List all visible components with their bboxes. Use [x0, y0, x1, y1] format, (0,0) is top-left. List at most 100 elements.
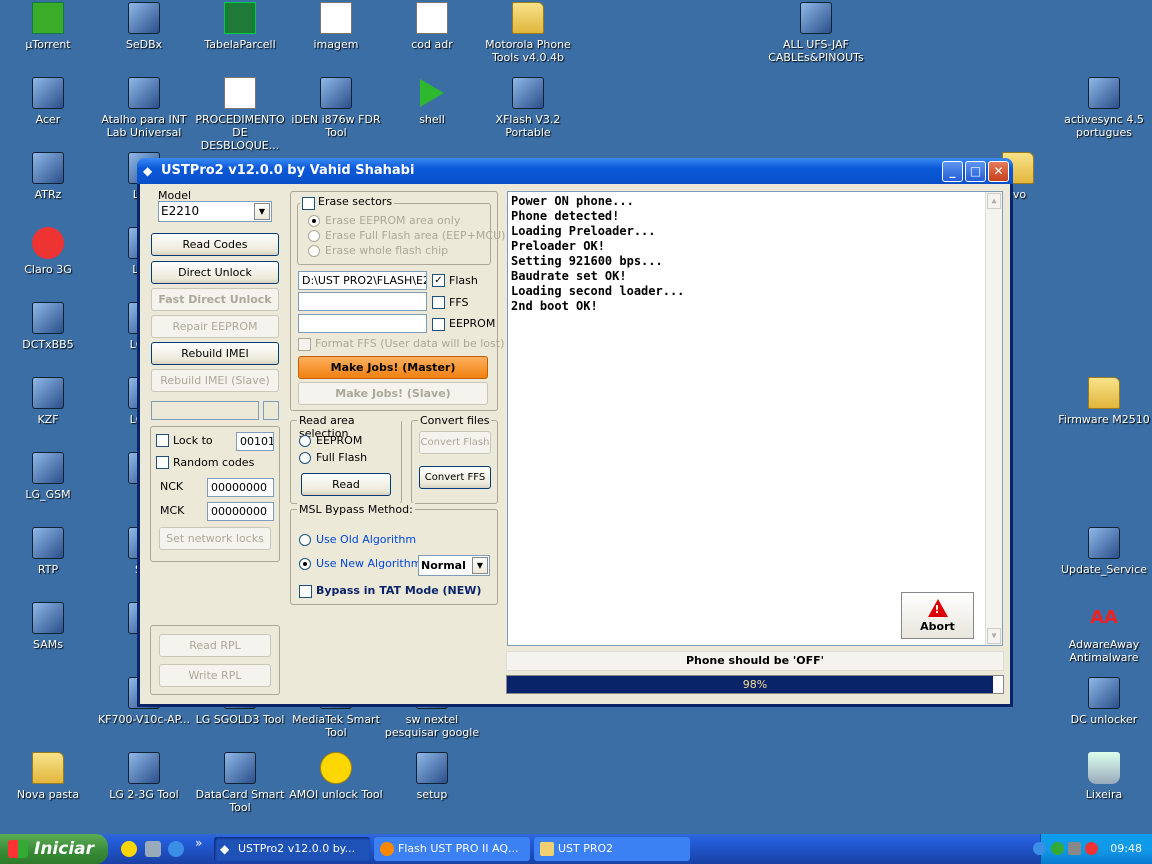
tool-quicklaunch-icon[interactable] — [145, 841, 161, 857]
scroll-down-icon[interactable]: ▼ — [987, 628, 1001, 644]
rebuild-imei-button[interactable]: Rebuild IMEI — [151, 342, 279, 365]
internet-explorer-icon[interactable] — [168, 841, 184, 857]
trash-icon — [1088, 752, 1120, 784]
mck-input[interactable]: 00000000 — [207, 502, 274, 521]
erase-sectors-checkbox[interactable] — [302, 197, 315, 210]
make-jobs-slave-button[interactable]: Make Jobs! (Slave) — [298, 382, 488, 405]
desktop-icon[interactable]: DCTxBB5 — [0, 302, 96, 351]
repair-eeprom-button[interactable]: Repair EEPROM — [151, 315, 279, 338]
bypass-tat-checkbox[interactable] — [299, 585, 312, 598]
flash-path-input[interactable]: D:\UST PRO2\FLASH\E221 — [298, 271, 427, 290]
desktop-icon[interactable]: DataCard Smart Tool — [192, 752, 288, 814]
desktop-icon[interactable]: Atalho para INT Lab Universal — [96, 77, 192, 139]
direct-unlock-button[interactable]: Direct Unlock — [151, 261, 279, 284]
desktop-icon[interactable]: KZF — [0, 377, 96, 426]
desktop-icon[interactable]: ALL UFS-JAF CABLEs&PINOUTs — [768, 2, 864, 64]
use-old-algorithm-radio[interactable] — [299, 534, 311, 546]
desktop-icon[interactable]: shell — [384, 77, 480, 126]
imei-input[interactable] — [151, 401, 259, 420]
erase-whole-chip-radio[interactable] — [308, 245, 320, 257]
read-codes-button[interactable]: Read Codes — [151, 233, 279, 256]
folder-icon — [540, 842, 554, 856]
ffs-checkbox[interactable] — [432, 296, 445, 309]
convert-flash-button[interactable]: Convert Flash — [419, 431, 491, 454]
doc-icon — [224, 77, 256, 109]
lock-to-input[interactable]: 00101 — [236, 432, 274, 451]
desktop-icon[interactable]: LG 2-3G Tool — [96, 752, 192, 801]
desktop-icon-label: SeDBx — [125, 38, 163, 51]
convert-ffs-button[interactable]: Convert FFS — [419, 466, 491, 489]
random-codes-checkbox[interactable] — [156, 456, 169, 469]
nck-input[interactable]: 00000000 — [207, 478, 274, 497]
desktop-icon[interactable]: Update_Service — [1056, 527, 1152, 576]
ffs-path-input[interactable] — [298, 292, 427, 311]
desktop-icon[interactable]: iDEN i876w FDR Tool — [288, 77, 384, 139]
tray-expand-icon[interactable] — [1033, 842, 1046, 855]
desktop-icon[interactable]: AA AdwareAway Antimalware — [1056, 602, 1152, 664]
task-firefox[interactable]: Flash UST PRO II AQ... — [374, 837, 530, 861]
imei-check-input[interactable] — [263, 401, 279, 420]
desktop-icon[interactable]: TabelaParcell — [192, 2, 288, 51]
maximize-button[interactable]: □ — [965, 161, 986, 182]
read-button[interactable]: Read — [301, 473, 391, 496]
desktop-icon[interactable]: XFlash V3.2 Portable — [480, 77, 576, 139]
erase-full-flash-radio[interactable] — [308, 230, 320, 242]
desktop-icon[interactable]: cod adr — [384, 2, 480, 51]
use-new-algorithm-radio[interactable] — [299, 558, 311, 570]
network-icon[interactable] — [1051, 842, 1064, 855]
format-ffs-checkbox[interactable] — [298, 338, 311, 351]
desktop-icon[interactable]: µTorrent — [0, 2, 96, 51]
flash-label: Flash — [449, 274, 478, 287]
eeprom-path-input[interactable] — [298, 314, 427, 333]
desktop-icon[interactable]: setup — [384, 752, 480, 801]
desktop-icon[interactable]: AMOI unlock Tool — [288, 752, 384, 801]
write-rpl-button[interactable]: Write RPL — [159, 664, 271, 687]
smiley-quicklaunch-icon[interactable] — [121, 841, 137, 857]
desktop-icon[interactable]: Motorola Phone Tools v4.0.4b — [480, 2, 576, 64]
task-ustpro2[interactable]: ◆ USTPro2 v12.0.0 by... — [214, 837, 370, 861]
read-eeprom-radio[interactable] — [299, 435, 311, 447]
antivirus-icon[interactable] — [1085, 842, 1098, 855]
scroll-up-icon[interactable]: ▲ — [987, 193, 1001, 209]
desktop-icon[interactable]: Nova pasta — [0, 752, 96, 801]
desktop-icon[interactable]: Claro 3G — [0, 227, 96, 276]
abort-button[interactable]: ! Abort — [901, 592, 974, 639]
task-folder[interactable]: UST PRO2 — [534, 837, 690, 861]
read-full-flash-radio[interactable] — [299, 452, 311, 464]
desktop-icon[interactable]: ATRz — [0, 152, 96, 201]
desktop-icon[interactable]: imagem — [288, 2, 384, 51]
desktop-icon[interactable]: Firmware M2510 — [1056, 377, 1152, 426]
lock-to-checkbox[interactable] — [156, 434, 169, 447]
algorithm-mode-select[interactable]: Normal ▼ — [418, 555, 490, 576]
desktop-icon[interactable]: DC unlocker — [1056, 677, 1152, 726]
desktop-icon[interactable]: SAMs — [0, 602, 96, 651]
quicklaunch-more[interactable]: » — [195, 836, 202, 850]
chevron-down-icon[interactable]: ▼ — [472, 557, 488, 574]
rebuild-imei-slave-button[interactable]: Rebuild IMEI (Slave) — [151, 369, 279, 392]
format-ffs-label: Format FFS (User data will be lost) — [315, 337, 505, 350]
log-scrollbar[interactable]: ▲ ▼ — [985, 192, 1002, 645]
set-network-locks-button[interactable]: Set network locks — [159, 527, 271, 550]
desktop-icon[interactable]: Lixeira — [1056, 752, 1152, 801]
operator-icon[interactable] — [1068, 842, 1081, 855]
desktop-icon[interactable]: Acer — [0, 77, 96, 126]
desktop-icon[interactable]: PROCEDIMENTO DE DESBLOQUE... — [192, 77, 288, 152]
desktop-icon[interactable]: RTP — [0, 527, 96, 576]
minimize-button[interactable]: _ — [942, 161, 963, 182]
start-button[interactable]: Iniciar — [0, 834, 108, 864]
model-select[interactable]: E2210 ▼ — [158, 201, 272, 222]
flash-checkbox[interactable]: ✓ — [432, 274, 445, 287]
log-output[interactable]: Power ON phone... Phone detected! Loading … — [507, 191, 1003, 646]
fast-direct-unlock-button[interactable]: Fast Direct Unlock — [151, 288, 279, 311]
desktop-icon[interactable]: activesync 4.5 portugues — [1056, 77, 1152, 139]
close-button[interactable]: ✕ — [988, 161, 1009, 182]
read-rpl-button[interactable]: Read RPL — [159, 634, 271, 657]
erase-eeprom-radio[interactable] — [308, 215, 320, 227]
desktop-icon[interactable]: SeDBx — [96, 2, 192, 51]
network-lock-group: Lock to 00101 Random codes NCK 00000000 … — [150, 426, 280, 562]
eeprom-checkbox[interactable] — [432, 318, 445, 331]
make-jobs-master-button[interactable]: Make Jobs! (Master) — [298, 356, 488, 379]
chevron-down-icon[interactable]: ▼ — [254, 203, 270, 220]
desktop-icon[interactable]: LG_GSM — [0, 452, 96, 501]
window-titlebar[interactable]: ◆ USTPro2 v12.0.0 by Vahid Shahabi _ □ ✕ — [137, 158, 1013, 184]
